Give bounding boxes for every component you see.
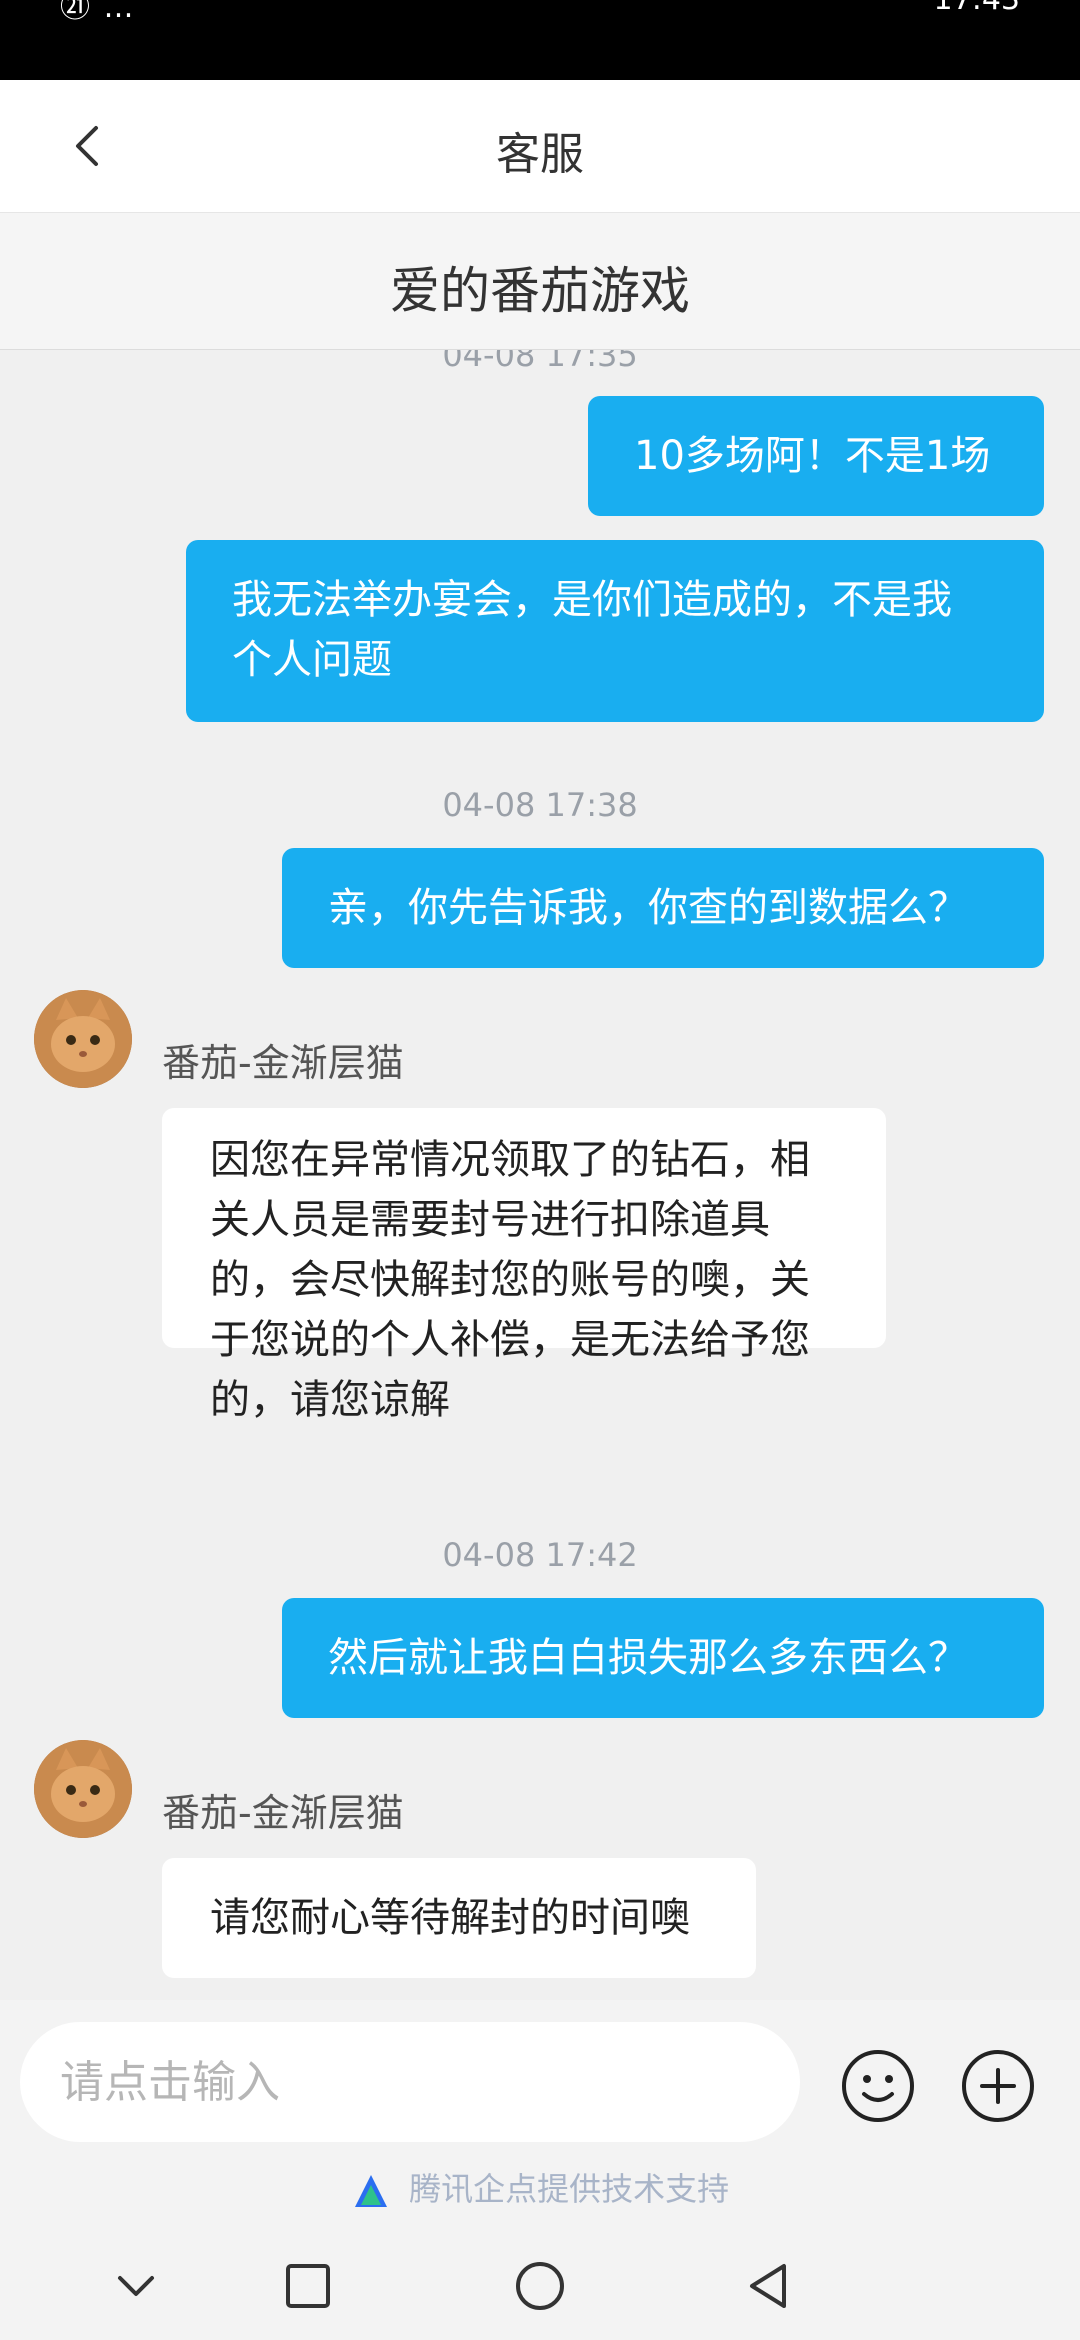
- message-text-line: 我无法举办宴会，是你们造成的，不是我: [232, 577, 952, 623]
- qidian-logo-icon: [354, 2175, 387, 2207]
- message-text: 亲，你先告诉我，你查的到数据么？: [328, 885, 968, 931]
- status-icons-left: ㉑ …: [60, 0, 136, 25]
- incoming-message[interactable]: 请您耐心等待解封的时间噢: [162, 1858, 756, 1978]
- sender-name: 番茄-金渐层猫: [162, 1791, 404, 1835]
- message-text: 10多场阿！不是1场: [634, 433, 991, 479]
- status-bar: ㉑ … 17:43: [0, 0, 1080, 80]
- square-icon: [286, 2264, 330, 2308]
- page-title: 客服: [496, 129, 584, 180]
- nav-recents-button[interactable]: [280, 2258, 336, 2314]
- timestamp: 04-08 17:38: [442, 786, 638, 824]
- message-text: 然后就让我白白损失那么多东西么？: [328, 1635, 968, 1681]
- nav-back-button[interactable]: [742, 2258, 798, 2314]
- sender-name: 番茄-金渐层猫: [162, 1041, 404, 1085]
- powered-by: 腾讯企点提供技术支持: [0, 2164, 1080, 2211]
- cat-avatar-icon: [34, 990, 132, 1088]
- smiley-icon: [842, 2050, 914, 2122]
- circle-icon: [516, 2262, 564, 2310]
- message-text-line: 于您说的个人补偿，是无法给予您: [210, 1317, 810, 1363]
- message-text-line: 请您耐心等待解封的时间噢: [210, 1895, 690, 1941]
- triangle-back-icon: [750, 2264, 786, 2308]
- message-text-line: 的，会尽快解封您的账号的噢，关: [210, 1257, 810, 1303]
- app-header: 客服: [0, 80, 1080, 213]
- nav-home-button[interactable]: [512, 2258, 568, 2314]
- plus-circle-icon: [962, 2050, 1034, 2122]
- timestamp: 04-08 17:35: [442, 350, 638, 374]
- avatar[interactable]: [34, 990, 132, 1088]
- conversation-header: 爱的番茄游戏: [0, 213, 1080, 351]
- outgoing-message[interactable]: 亲，你先告诉我，你查的到数据么？: [282, 848, 1044, 968]
- message-input[interactable]: [20, 2022, 800, 2142]
- nav-collapse-button[interactable]: [108, 2258, 164, 2314]
- more-button[interactable]: [958, 2046, 1038, 2126]
- timestamp: 04-08 17:42: [442, 1536, 638, 1574]
- emoji-button[interactable]: [838, 2046, 918, 2126]
- cat-avatar-icon: [34, 1740, 132, 1838]
- input-bar: 腾讯企点提供技术支持: [0, 2000, 1080, 2230]
- chevron-down-icon: [118, 2276, 154, 2296]
- system-nav-bar: [0, 2230, 1080, 2340]
- outgoing-message[interactable]: 10多场阿！不是1场: [588, 396, 1044, 516]
- incoming-message[interactable]: 因您在异常情况领取了的钻石，相 关人员是需要封号进行扣除道具 的，会尽快解封您的…: [162, 1108, 886, 1423]
- powered-by-text: 腾讯企点提供技术支持: [409, 2170, 730, 2208]
- status-time: 17:43: [934, 0, 1020, 17]
- message-text-line: 个人问题: [232, 637, 392, 683]
- conversation-title: 爱的番茄游戏: [390, 262, 690, 320]
- avatar[interactable]: [34, 1740, 132, 1838]
- message-text-line: 关人员是需要封号进行扣除道具: [210, 1197, 770, 1243]
- outgoing-message[interactable]: 我无法举办宴会，是你们造成的，不是我 个人问题: [186, 540, 1044, 722]
- chat-area[interactable]: 04-08 17:35 10多场阿！不是1场 我无法举办宴会，是你们造成的，不是…: [0, 350, 1080, 2000]
- message-text-line: 的，请您谅解: [210, 1377, 450, 1423]
- message-text-line: 因您在异常情况领取了的钻石，相: [210, 1137, 810, 1183]
- outgoing-message[interactable]: 然后就让我白白损失那么多东西么？: [282, 1598, 1044, 1718]
